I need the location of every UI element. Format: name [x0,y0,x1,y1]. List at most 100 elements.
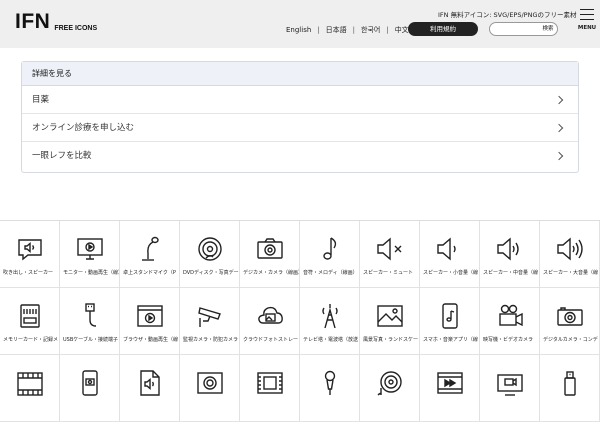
details-heading: 詳細を見る [22,62,578,86]
icon-card[interactable]: 風景写真・ランドスケー [360,288,420,355]
icon-caption: スピーカー・大音量（線 [543,270,599,276]
lang-separator: | [386,26,389,34]
icon-card[interactable]: スピーカー・中音量（線 [480,221,540,288]
details-item-label: 目薬 [32,95,50,105]
site-tagline: IFN 無料アイコン: SVG/EPS/PNGのフリー素材 [438,11,577,19]
icon-caption: スピーカー・小音量（線 [423,270,479,276]
icon-caption: メモリーカード・記録メ [3,337,59,343]
icon-card[interactable] [60,355,120,422]
film-frame-icon [257,372,283,394]
smartphone-music-icon [442,303,458,329]
chevron-right-icon [554,123,564,133]
icon-card[interactable]: 監視カメラ・防犯カメラ [180,288,240,355]
lang-separator: | [317,26,320,34]
icon-caption: 風景写真・ランドスケー [363,337,419,343]
logo-mark: IFN [15,10,51,33]
icon-caption: 監視カメラ・防犯カメラ [183,337,239,343]
icon-caption: モニター・動画再生（線） [63,270,119,276]
icon-card[interactable]: デジカメ・カメラ（線画） [240,221,300,288]
lang-english[interactable]: English [286,26,311,34]
memory-card-icon [20,304,40,328]
search-button[interactable]: 検索 [538,23,557,35]
details-item-label: オンライン診療を申し込む [32,123,135,133]
icon-card[interactable] [300,355,360,422]
icon-caption: 卓上スタンドマイク（P [123,270,176,276]
digital-camera-compact-icon [557,307,583,326]
security-camera-icon [198,307,221,327]
icon-card[interactable] [420,355,480,422]
lang-separator: | [352,26,355,34]
icon-card[interactable] [180,355,240,422]
desk-microphone-icon [142,236,159,261]
icon-caption: DVDディスク・写真データ [183,270,239,276]
icon-card[interactable]: スピーカー・小音量（線 [420,221,480,288]
smartphone-camera-icon [82,370,98,396]
icon-caption: スピーカー・中音量（線 [483,270,539,276]
chevron-right-icon [554,95,564,105]
icon-card[interactable] [0,355,60,422]
icon-card[interactable] [240,355,300,422]
icon-card[interactable]: 映写機・ビデオカメラ [480,288,540,355]
icon-caption: スマホ・音楽アプリ（線 [423,337,478,343]
details-item[interactable]: 一眼レフを比較 [22,142,578,170]
icon-card[interactable]: スピーカー・ミュート [360,221,420,288]
search-input[interactable] [490,23,538,35]
screen-record-icon [197,372,223,394]
vinyl-music-icon [377,371,402,396]
icon-caption: デジカメ・カメラ（線画） [243,270,299,276]
usb-cable-icon [85,303,97,327]
lang-japanese[interactable]: 日本語 [326,25,347,35]
logo-subtitle: FREE ICONS [54,25,98,32]
icon-card[interactable]: クラウドフォトストレー [240,288,300,355]
icon-card[interactable]: ブラウザ・動画再生（線 [120,288,180,355]
icon-card[interactable]: メモリーカード・記録メ [0,288,60,355]
icon-card[interactable] [480,355,540,422]
browser-video-icon [137,305,163,327]
icon-card[interactable]: 音符・メロディ（線画） [300,221,360,288]
speaker-low-icon [437,237,456,261]
icon-card[interactable]: DVDディスク・写真データ [180,221,240,288]
icon-grid: 吹き出し・スピーカー モニター・動画再生（線） 卓上スタンドマイク（P DVDデ… [0,220,600,422]
icon-card[interactable]: スマホ・音楽アプリ（線 [420,288,480,355]
terms-button[interactable]: 利用規約 [408,22,478,36]
menu-button[interactable]: MENU [577,7,597,33]
icon-card[interactable] [540,355,600,422]
details-item[interactable]: オンライン診療を申し込む [22,114,578,142]
icon-card[interactable]: 卓上スタンドマイク（P [120,221,180,288]
icon-caption: クラウドフォトストレー [243,337,299,343]
speaker-mute-icon [377,237,402,261]
icon-caption: ブラウザ・動画再生（線 [123,337,179,343]
icon-caption: USBケーブル・接続端子 [63,337,118,343]
icon-card[interactable]: 吹き出し・スピーカー [0,221,60,288]
details-item[interactable]: 目薬 [22,86,578,114]
hamburger-icon [580,14,594,16]
chevron-right-icon [554,151,564,161]
lang-korean[interactable]: 한국어 [361,25,380,35]
speech-bubble-speaker-icon [18,239,42,261]
icon-card[interactable]: デジタルカメラ・コンデ [540,288,600,355]
search-box: 検索 [489,22,558,36]
icon-card[interactable]: テレビ塔・電波塔（放送 [300,288,360,355]
hamburger-icon [580,19,594,21]
dvd-disc-icon [198,237,222,261]
icon-card[interactable] [120,355,180,422]
audio-file-icon [140,370,160,396]
icon-card[interactable]: スピーカー・大音量（線 [540,221,600,288]
icon-caption: デジタルカメラ・コンデ [543,337,598,343]
usb-stick-icon [564,371,576,396]
microphone-icon [324,370,336,395]
icon-card[interactable]: モニター・動画再生（線） [60,221,120,288]
lang-chinese[interactable]: 中文 [395,25,409,35]
language-switcher: English | 日本語 | 한국어 | 中文 [286,25,409,35]
icon-caption: テレビ塔・電波塔（放送 [303,337,359,343]
speaker-high-icon [557,237,583,261]
icon-caption: 映写機・ビデオカメラ [483,337,534,343]
music-note-icon [323,237,337,260]
icon-card[interactable]: USBケーブル・接続端子 [60,288,120,355]
tv-channel-icon [497,374,523,396]
site-logo[interactable]: IFN FREE ICONS [15,10,98,33]
tv-tower-icon [322,304,338,329]
icon-card[interactable] [360,355,420,422]
icon-caption: 吹き出し・スピーカー [3,270,54,276]
digital-camera-icon [257,238,283,259]
